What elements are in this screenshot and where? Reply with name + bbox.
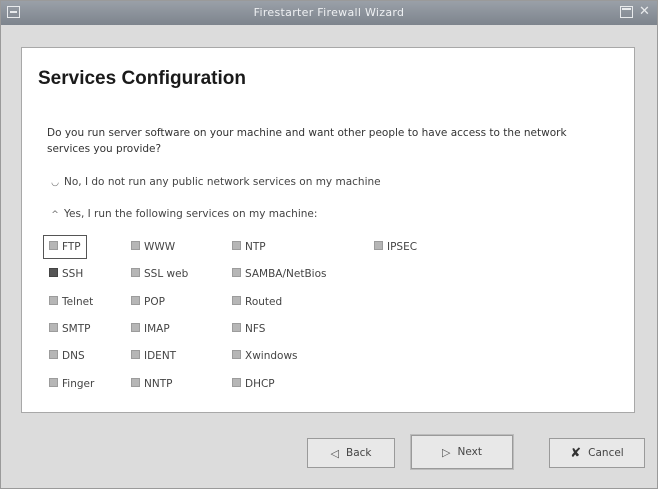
checkbox-icon <box>232 323 241 332</box>
radio-yes-label: Yes, I run the following services on my … <box>64 208 318 220</box>
checkbox-telnet[interactable]: Telnet <box>49 296 93 308</box>
checkbox-label: SMTP <box>62 323 91 335</box>
checkbox-dhcp[interactable]: DHCP <box>232 378 275 390</box>
checkbox-label: Telnet <box>62 296 94 308</box>
checkbox-label: WWW <box>144 241 176 253</box>
next-arrow-icon: ▷ <box>442 445 451 459</box>
checkbox-icon <box>49 296 58 305</box>
checkbox-label: NNTP <box>144 378 173 390</box>
checkbox-label: FTP <box>62 241 81 253</box>
checkbox-icon <box>232 378 241 387</box>
checkbox-label: IDENT <box>144 350 177 362</box>
checkbox-label: SSH <box>62 268 84 280</box>
checkbox-ftp[interactable]: FTP <box>43 235 87 259</box>
checkbox-label: NTP <box>245 241 266 253</box>
cancel-button-label: Cancel <box>588 447 624 459</box>
checkbox-pop[interactable]: POP <box>131 296 165 308</box>
title-bar: Firestarter Firewall Wizard ✕ <box>1 1 657 25</box>
checkbox-nfs[interactable]: NFS <box>232 323 265 335</box>
checkbox-icon <box>232 241 241 250</box>
services-question: Do you run server software on your machi… <box>47 127 567 155</box>
checkbox-ipsec[interactable]: IPSEC <box>374 241 417 253</box>
checkbox-label: IMAP <box>144 323 170 335</box>
wizard-window: Firestarter Firewall Wizard ✕ Services C… <box>0 0 658 489</box>
checkbox-icon <box>131 378 140 387</box>
checkbox-icon <box>232 350 241 359</box>
checkbox-icon <box>49 323 58 332</box>
checkbox-icon <box>374 241 383 250</box>
checkbox-label: POP <box>144 296 165 308</box>
checkbox-ntp[interactable]: NTP <box>232 241 266 253</box>
back-arrow-icon: ◁ <box>330 446 339 460</box>
checkbox-ssl-web[interactable]: SSL web <box>131 268 188 280</box>
checkbox-label: Finger <box>62 378 95 390</box>
checkbox-smtp[interactable]: SMTP <box>49 323 90 335</box>
checkbox-dns[interactable]: DNS <box>49 350 85 362</box>
checkbox-icon <box>131 268 140 277</box>
checkbox-icon <box>49 350 58 359</box>
checkbox-label: NFS <box>245 323 266 335</box>
back-button-label: Back <box>345 447 372 459</box>
checkbox-label: SAMBA/NetBios <box>245 268 327 280</box>
checkbox-label: Xwindows <box>245 350 298 362</box>
checkbox-icon <box>131 241 140 250</box>
checkbox-xwindows[interactable]: Xwindows <box>232 350 298 362</box>
radio-unselected-icon: ◡ <box>51 178 59 188</box>
checkbox-ident[interactable]: IDENT <box>131 350 176 362</box>
checkbox-label: IPSEC <box>387 241 418 253</box>
close-icon[interactable]: ✕ <box>638 5 651 18</box>
checkbox-icon <box>131 296 140 305</box>
checkbox-samba[interactable]: SAMBA/NetBios <box>232 268 326 280</box>
checkbox-label: DNS <box>62 350 85 362</box>
maximize-icon[interactable] <box>620 6 633 18</box>
window-title: Firestarter Firewall Wizard <box>253 6 405 19</box>
radio-no-services[interactable]: ◡ No, I do not run any public network ser… <box>49 176 381 188</box>
checkbox-label: DHCP <box>245 378 275 390</box>
cancel-button[interactable]: ✘ Cancel <box>549 438 645 468</box>
page-title: Services Configuration <box>38 68 246 89</box>
next-button-label: Next <box>457 446 482 458</box>
checkbox-icon <box>232 296 241 305</box>
checkbox-label: Routed <box>245 296 283 308</box>
services-panel: Services Configuration Do you run server… <box>21 47 635 413</box>
checkbox-icon <box>131 323 140 332</box>
checkbox-icon <box>131 350 140 359</box>
radio-no-label: No, I do not run any public network serv… <box>64 176 381 188</box>
checkbox-icon <box>232 268 241 277</box>
checkbox-imap[interactable]: IMAP <box>131 323 170 335</box>
checkbox-routed[interactable]: Routed <box>232 296 282 308</box>
checkbox-icon <box>49 378 58 387</box>
radio-yes-services[interactable]: ^ Yes, I run the following services on my… <box>49 208 317 220</box>
checkbox-icon <box>49 241 58 250</box>
checkbox-finger[interactable]: Finger <box>49 378 94 390</box>
checkbox-checked-icon <box>49 268 58 277</box>
next-button[interactable]: ▷ Next <box>411 435 513 469</box>
back-button[interactable]: ◁ Back <box>307 438 395 468</box>
checkbox-www[interactable]: WWW <box>131 241 175 253</box>
checkbox-ssh[interactable]: SSH <box>49 268 83 280</box>
radio-selected-icon: ^ <box>51 210 59 220</box>
cancel-x-icon: ✘ <box>570 445 582 461</box>
checkbox-label: SSL web <box>144 268 189 280</box>
checkbox-nntp[interactable]: NNTP <box>131 378 172 390</box>
